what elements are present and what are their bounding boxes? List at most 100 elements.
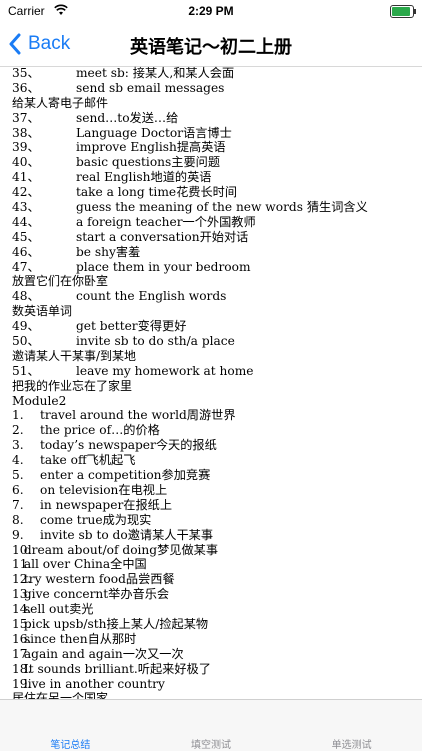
note-line: 数英语单词 — [12, 304, 422, 319]
note-line-number: 18. — [12, 661, 32, 676]
note-line-number: 15. — [12, 616, 32, 631]
note-line: 43、 guess the meaning of the new words 猜生… — [12, 200, 422, 215]
note-line-text: start a conversation开始对话 — [76, 229, 249, 244]
note-line-number: 35、 — [12, 66, 40, 80]
note-line-text: take off飞机起飞 — [40, 453, 136, 468]
tab-label: 单选测试 — [331, 740, 372, 751]
note-line: 2. the price of…的价格 — [12, 423, 422, 438]
tab-label: 笔记总结 — [50, 740, 91, 751]
note-line-number: 41、 — [12, 170, 40, 185]
note-line-text: the price of…的价格 — [40, 423, 160, 438]
note-line-text: today’s newspaper今天的报纸 — [40, 438, 217, 453]
note-line: 18. It sounds brilliant.听起来好极了 — [12, 662, 422, 677]
note-line-text: a foreign teacher一个外国教师 — [76, 214, 256, 229]
note-line-text: invite sb to do sth/a place — [76, 334, 235, 349]
note-line-number: 38、 — [12, 125, 40, 140]
note-line-number: 11. — [12, 557, 32, 572]
note-line-text: live in another country — [20, 676, 165, 691]
note-line-text: 居住在另一个国家 — [12, 691, 109, 699]
note-line-text: be shy害羞 — [76, 244, 141, 259]
note-line: 50、 invite sb to do sth/a place — [12, 334, 422, 349]
note-line-number: 49、 — [12, 319, 40, 334]
note-line: 8. come true成为现实 — [12, 513, 422, 528]
note-line-text: It sounds brilliant.听起来好极了 — [20, 661, 211, 676]
note-line: 13. give concernt举办音乐会 — [12, 587, 422, 602]
tab-notes-summary[interactable]: 笔记总结 — [0, 700, 141, 751]
note-line: 10. dream about/of doing梦见做某事 — [12, 543, 422, 558]
note-line-text: pick upsb/sth接上某人/捡起某物 — [20, 616, 209, 631]
note-line-number: 51、 — [12, 363, 40, 378]
note-line: 5. enter a competition参加竞赛 — [12, 468, 422, 483]
note-line-text: dream about/of doing梦见做某事 — [20, 542, 219, 557]
note-line-number: 10. — [12, 542, 32, 557]
note-line-text: in newspaper在报纸上 — [40, 497, 173, 512]
note-line: 给某人寄电子邮件 — [12, 96, 422, 111]
note-line-number: 13. — [12, 587, 32, 602]
note-line: 居住在另一个国家 — [12, 691, 422, 699]
note-line-text: since then自从那时 — [20, 631, 137, 646]
note-line: 17. again and again一次又一次 — [12, 647, 422, 662]
note-line-number: 42、 — [12, 185, 40, 200]
tab-single-choice-test[interactable]: 单选测试 — [281, 700, 422, 751]
note-line-text: Module2 — [12, 393, 67, 408]
note-line: 42、 take a long time花费长时间 — [12, 185, 422, 200]
note-line: 12. try western food品尝西餐 — [12, 572, 422, 587]
note-line: 15. pick upsb/sth接上某人/捡起某物 — [12, 617, 422, 632]
note-line: 邀请某人干某事/到某地 — [12, 349, 422, 364]
note-line-text: leave my homework at home — [76, 363, 254, 378]
note-line-number: 12. — [12, 572, 32, 587]
note-line: 放置它们在你卧室 — [12, 274, 422, 289]
note-line: Module2 — [12, 394, 422, 409]
note-line-number: 44、 — [12, 214, 40, 229]
clock: 2:29 PM — [188, 4, 234, 18]
note-line: 11. all over China全中国 — [12, 557, 422, 572]
note-line-number: 19. — [12, 676, 32, 691]
note-line-text: 数英语单词 — [12, 304, 73, 319]
navigation-bar: Back 英语笔记～初二上册 — [0, 22, 422, 67]
notes-text-view[interactable]: 35、 meet sb: 接某人,和某人会面 36、 send sb email me… — [0, 66, 422, 699]
note-line: 1. travel around the world周游世界 — [12, 408, 422, 423]
note-line: 16. since then自从那时 — [12, 632, 422, 647]
note-line: 3. today’s newspaper今天的报纸 — [12, 438, 422, 453]
page-title: 英语笔记～初二上册 — [130, 37, 292, 57]
note-line-number: 17. — [12, 646, 32, 661]
note-line: 47、 place them in your bedroom — [12, 260, 422, 275]
note-line-text: enter a competition参加竞赛 — [40, 468, 211, 483]
note-line: 37、 send…to发送…给 — [12, 111, 422, 126]
note-line-text: 给某人寄电子邮件 — [12, 95, 109, 110]
note-line: 49、 get better变得更好 — [12, 319, 422, 334]
note-line: 39、 improve English提高英语 — [12, 140, 422, 155]
note-line-text: Language Doctor语言博士 — [76, 125, 232, 140]
note-line-number: 48、 — [12, 289, 40, 304]
note-line: 36、 send sb email messages — [12, 81, 422, 96]
note-line-text: 把我的作业忘在了家里 — [12, 378, 133, 393]
note-line-number: 47、 — [12, 259, 40, 274]
note-line: 35、 meet sb: 接某人,和某人会面 — [12, 66, 422, 81]
note-line: 51、 leave my homework at home — [12, 364, 422, 379]
note-line: 4. take off飞机起飞 — [12, 453, 422, 468]
note-line-text: count the English words — [76, 289, 227, 304]
note-line-number: 50、 — [12, 334, 40, 349]
note-line-text: guess the meaning of the new words 猜生词含义 — [76, 200, 368, 215]
note-line-text: get better变得更好 — [76, 319, 187, 334]
note-line-text: sell out卖光 — [20, 602, 94, 617]
note-line-number: 6. — [12, 482, 24, 497]
note-line-text: 放置它们在你卧室 — [12, 274, 109, 289]
note-line: 19. live in another country — [12, 677, 422, 692]
note-line-text: send sb email messages — [76, 80, 225, 95]
battery-icon — [390, 5, 416, 18]
note-line: 48、 count the English words — [12, 289, 422, 304]
note-line: 把我的作业忘在了家里 — [12, 379, 422, 394]
note-line-text: basic questions主要问题 — [76, 155, 221, 170]
note-line-text: meet sb: 接某人,和某人会面 — [76, 66, 235, 80]
tab-fill-blank-test[interactable]: 填空测试 — [141, 700, 282, 751]
note-line-number: 37、 — [12, 110, 40, 125]
note-line-text: place them in your bedroom — [76, 259, 251, 274]
note-line-text: invite sb to do邀请某人干某事 — [40, 527, 214, 542]
note-line-number: 36、 — [12, 80, 40, 95]
note-line-text: real English地道的英语 — [76, 170, 212, 185]
note-line: 7. in newspaper在报纸上 — [12, 498, 422, 513]
note-line-text: on television在电视上 — [40, 482, 168, 497]
note-line: 44、 a foreign teacher一个外国教师 — [12, 215, 422, 230]
status-bar: Carrier 2:29 PM — [0, 0, 422, 22]
